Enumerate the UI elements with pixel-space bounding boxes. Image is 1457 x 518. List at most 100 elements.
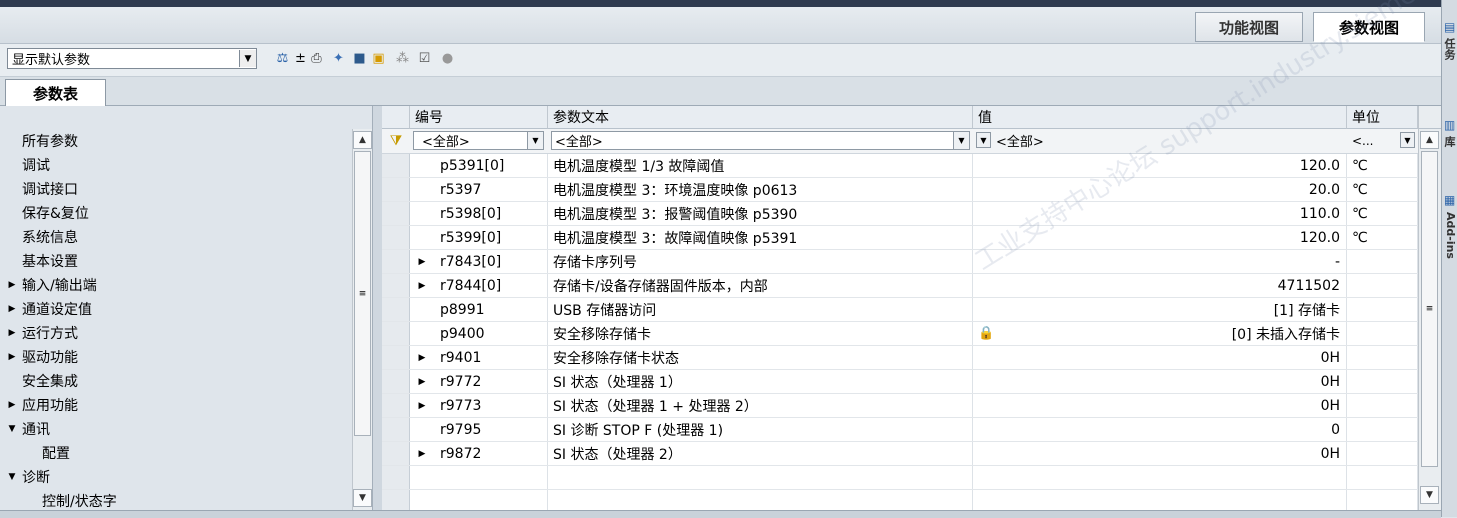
row-header[interactable] [382,226,410,249]
row-header[interactable] [382,250,410,273]
cell-number[interactable]: r5399[0] [410,226,548,249]
tree-item[interactable]: 所有参数 [0,129,352,153]
cell-text[interactable]: 存储卡/设备存储器固件版本，内部 [548,274,973,297]
table-row[interactable]: p8991 USB 存储器访问 [1] 存储卡 [382,298,1418,322]
table-row[interactable]: r9795 SI 诊断 STOP F (处理器 1) 0 [382,418,1418,442]
tree-item[interactable]: 调试 [0,153,352,177]
table-row[interactable]: ▶ r9872 SI 状态（处理器 2） 0H [382,442,1418,466]
expand-arrow-icon[interactable]: ▶ [6,280,18,290]
chevron-down-icon[interactable]: ▼ [976,132,991,148]
cell-value[interactable]: 0H [973,346,1347,369]
compare-icon[interactable]: ⁂ [394,50,411,67]
table-row[interactable]: ▶ r9773 SI 状态（处理器 1 + 处理器 2） 0H [382,394,1418,418]
table-row[interactable]: ▶ r9401 安全移除存储卡状态 0H [382,346,1418,370]
cell-text[interactable]: 电机温度模型 3：报警阈值映像 p5390 [548,202,973,225]
row-header[interactable] [382,298,410,321]
column-header-unit[interactable]: 单位 [1347,106,1418,129]
cell-unit[interactable] [1347,394,1418,417]
expand-arrow-icon[interactable]: ▶ [6,400,18,410]
tab-function-view[interactable]: 功能视图 [1195,12,1303,42]
tree-item[interactable]: 基本设置 [0,249,352,273]
expand-arrow-icon[interactable]: ▶ [6,352,18,362]
tree-item[interactable]: 调试接口 [0,177,352,201]
table-scrollbar[interactable]: ▲ ≡ ▼ [1418,129,1441,510]
tasks-icon[interactable]: ▤ [1444,20,1455,34]
load-icon[interactable]: ▣ [370,50,387,67]
expand-collapse-icon[interactable]: ± [292,50,309,67]
table-row[interactable]: r5399[0] 电机温度模型 3：故障阈值映像 p5391 120.0 ℃ [382,226,1418,250]
table-row[interactable]: r5397 电机温度模型 3：环境温度映像 p0613 20.0 ℃ [382,178,1418,202]
cell-number[interactable]: p9400 [410,322,548,345]
cell-text[interactable]: 存储卡序列号 [548,250,973,273]
chevron-down-icon[interactable]: ▼ [1400,132,1415,148]
expand-arrow-icon[interactable]: ▶ [6,304,18,314]
cell-unit[interactable] [1347,418,1418,441]
collapse-arrow-icon[interactable]: ▼ [6,424,18,434]
table-row[interactable]: p9400 安全移除存储卡 🔒 [0] 未插入存储卡 [382,322,1418,346]
row-header[interactable] [382,274,410,297]
tree-item[interactable]: ▶ 应用功能 [0,393,352,417]
cell-number[interactable]: ▶ r9773 [410,394,548,417]
cell-unit[interactable]: ℃ [1347,178,1418,201]
cell-unit[interactable]: ℃ [1347,226,1418,249]
tree-item[interactable]: ▶ 通道设定值 [0,297,352,321]
cell-unit[interactable]: ℃ [1347,154,1418,177]
tab-parameter-table[interactable]: 参数表 [5,79,106,107]
cell-number[interactable]: r5397 [410,178,548,201]
expand-arrow-icon[interactable]: ▶ [410,281,434,291]
cell-number[interactable]: ▶ r9401 [410,346,548,369]
tree-scrollbar[interactable]: ▲ ≡ ▼ [352,129,373,510]
tree-item[interactable]: 保存&复位 [0,201,352,225]
row-header[interactable] [382,154,410,177]
side-tab-addins[interactable]: Add-ins [1443,212,1457,259]
cell-value[interactable]: 20.0 [973,178,1347,201]
checkbox-icon[interactable]: ☑ [416,50,433,67]
table-row[interactable]: ▶ r7844[0] 存储卡/设备存储器固件版本，内部 4711502 [382,274,1418,298]
cell-value[interactable]: 4711502 [973,274,1347,297]
row-header[interactable] [382,346,410,369]
expand-arrow-icon[interactable]: ▶ [410,449,434,459]
row-header[interactable] [382,394,410,417]
tree-item[interactable]: 系统信息 [0,225,352,249]
cell-text[interactable]: SI 状态（处理器 1） [548,370,973,393]
cell-value[interactable]: 110.0 [973,202,1347,225]
library-icon[interactable]: ▥ [1444,118,1455,132]
cell-text[interactable]: 电机温度模型 3：环境温度映像 p0613 [548,178,973,201]
expand-arrow-icon[interactable]: ▶ [410,257,434,267]
cell-unit[interactable] [1347,442,1418,465]
chevron-down-icon[interactable]: ▼ [527,132,543,149]
tab-parameter-view[interactable]: 参数视图 [1313,12,1425,42]
cell-text[interactable]: 电机温度模型 3：故障阈值映像 p5391 [548,226,973,249]
export-icon[interactable]: ⎙ [308,50,325,67]
tree-item[interactable]: ▶ 运行方式 [0,321,352,345]
row-header[interactable] [382,418,410,441]
scroll-up-icon[interactable]: ▲ [1420,131,1439,149]
column-header-number[interactable]: 编号 [410,106,548,129]
cell-unit[interactable] [1347,274,1418,297]
row-header[interactable] [382,322,410,345]
cell-value[interactable]: [1] 存储卡 [973,298,1347,321]
expand-arrow-icon[interactable]: ▶ [6,328,18,338]
cell-number[interactable]: r9795 [410,418,548,441]
expand-arrow-icon[interactable]: ▶ [410,401,434,411]
cell-value[interactable]: 0H [973,394,1347,417]
cell-unit[interactable] [1347,346,1418,369]
table-row[interactable]: r5398[0] 电机温度模型 3：报警阈值映像 p5390 110.0 ℃ [382,202,1418,226]
side-tab-library[interactable]: 库 [1443,136,1457,147]
column-header-value[interactable]: 值 [973,106,1347,129]
tree-item[interactable]: ▶ 驱动功能 [0,345,352,369]
cell-unit[interactable] [1347,370,1418,393]
cell-value[interactable]: 0H [973,442,1347,465]
chevron-down-icon[interactable]: ▼ [953,132,969,149]
new-icon[interactable]: ✦ [330,50,347,67]
cell-number[interactable]: p5391[0] [410,154,548,177]
cell-text[interactable]: SI 状态（处理器 2） [548,442,973,465]
table-row[interactable]: ▶ r7843[0] 存储卡序列号 - [382,250,1418,274]
collapse-arrow-icon[interactable]: ▼ [6,472,18,482]
cell-text[interactable]: SI 状态（处理器 1 + 处理器 2） [548,394,973,417]
addins-icon[interactable]: ▦ [1444,193,1455,207]
filter-icon[interactable]: ⧩ [386,132,406,150]
cell-number[interactable]: ▶ r7843[0] [410,250,548,273]
tree-item[interactable]: 安全集成 [0,369,352,393]
parameter-filter-select[interactable]: 显示默认参数 ▼ [7,48,257,69]
